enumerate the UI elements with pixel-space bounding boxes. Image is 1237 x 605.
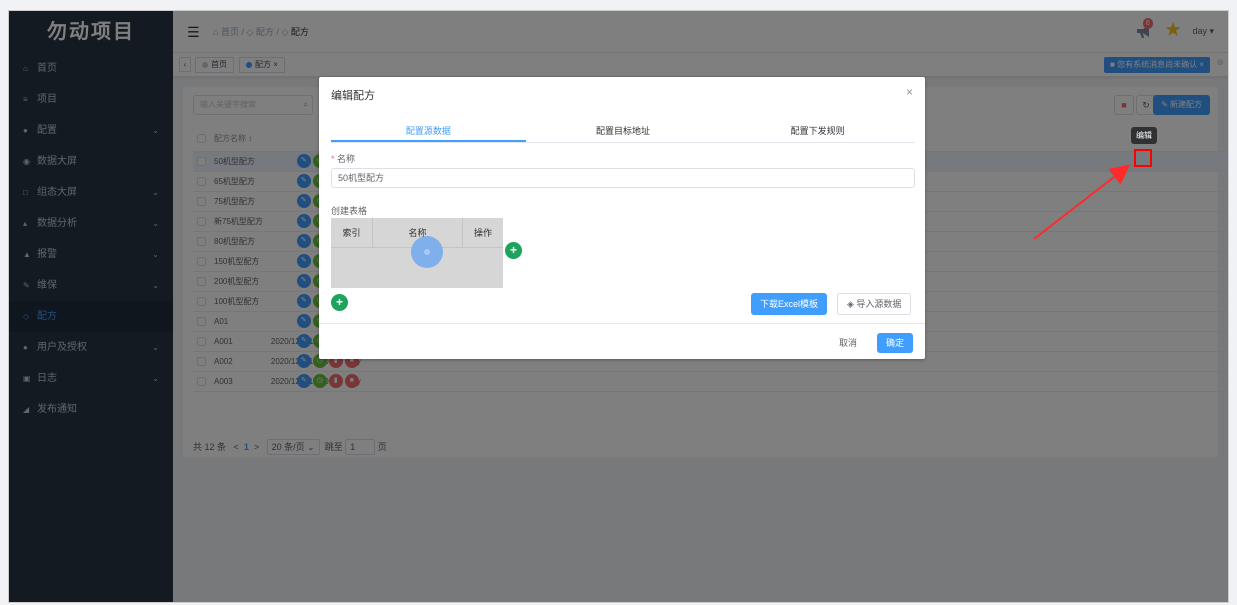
app-frame: 勿动项目 ⌂首页≡项目●配置⌄◉数据大屏□组态大屏⌄▴数据分析⌄▲报警⌄✎维保⌄… <box>8 10 1229 603</box>
add-column-button[interactable]: + <box>505 242 522 259</box>
edit-formula-dialog: 编辑配方 × 配置源数据 配置目标地址 配置下发规则 * 名称 50机型配方 创… <box>319 77 925 359</box>
cancel-button[interactable]: 取消 <box>833 333 863 353</box>
click-indicator <box>411 236 443 268</box>
close-icon[interactable]: × <box>906 85 913 99</box>
mini-table: 索引 名称 操作 <box>331 218 503 288</box>
tab-source-data[interactable]: 配置源数据 <box>331 119 526 142</box>
download-excel-button[interactable]: 下载Excel模板 <box>751 293 828 315</box>
upload-icon: ◈ <box>847 299 857 309</box>
confirm-button[interactable]: 确定 <box>877 333 914 353</box>
tab-target-address[interactable]: 配置目标地址 <box>526 119 721 142</box>
name-field[interactable]: 50机型配方 <box>331 168 915 188</box>
name-label: * 名称 <box>331 154 356 164</box>
tab-dispatch-rule[interactable]: 配置下发规则 <box>720 119 915 142</box>
create-table-label: 创建表格 <box>331 206 368 216</box>
import-source-button[interactable]: ◈ 导入源数据 <box>837 293 912 315</box>
mini-column-header: 操作 <box>473 228 492 238</box>
dialog-tabs: 配置源数据 配置目标地址 配置下发规则 <box>331 119 915 143</box>
edit-tooltip: 编辑 <box>1131 127 1157 144</box>
dialog-title: 编辑配方 <box>331 90 375 102</box>
mini-column-header: 索引 <box>331 218 373 247</box>
edit-highlight-box <box>1134 149 1152 167</box>
add-row-button[interactable]: + <box>331 294 348 311</box>
